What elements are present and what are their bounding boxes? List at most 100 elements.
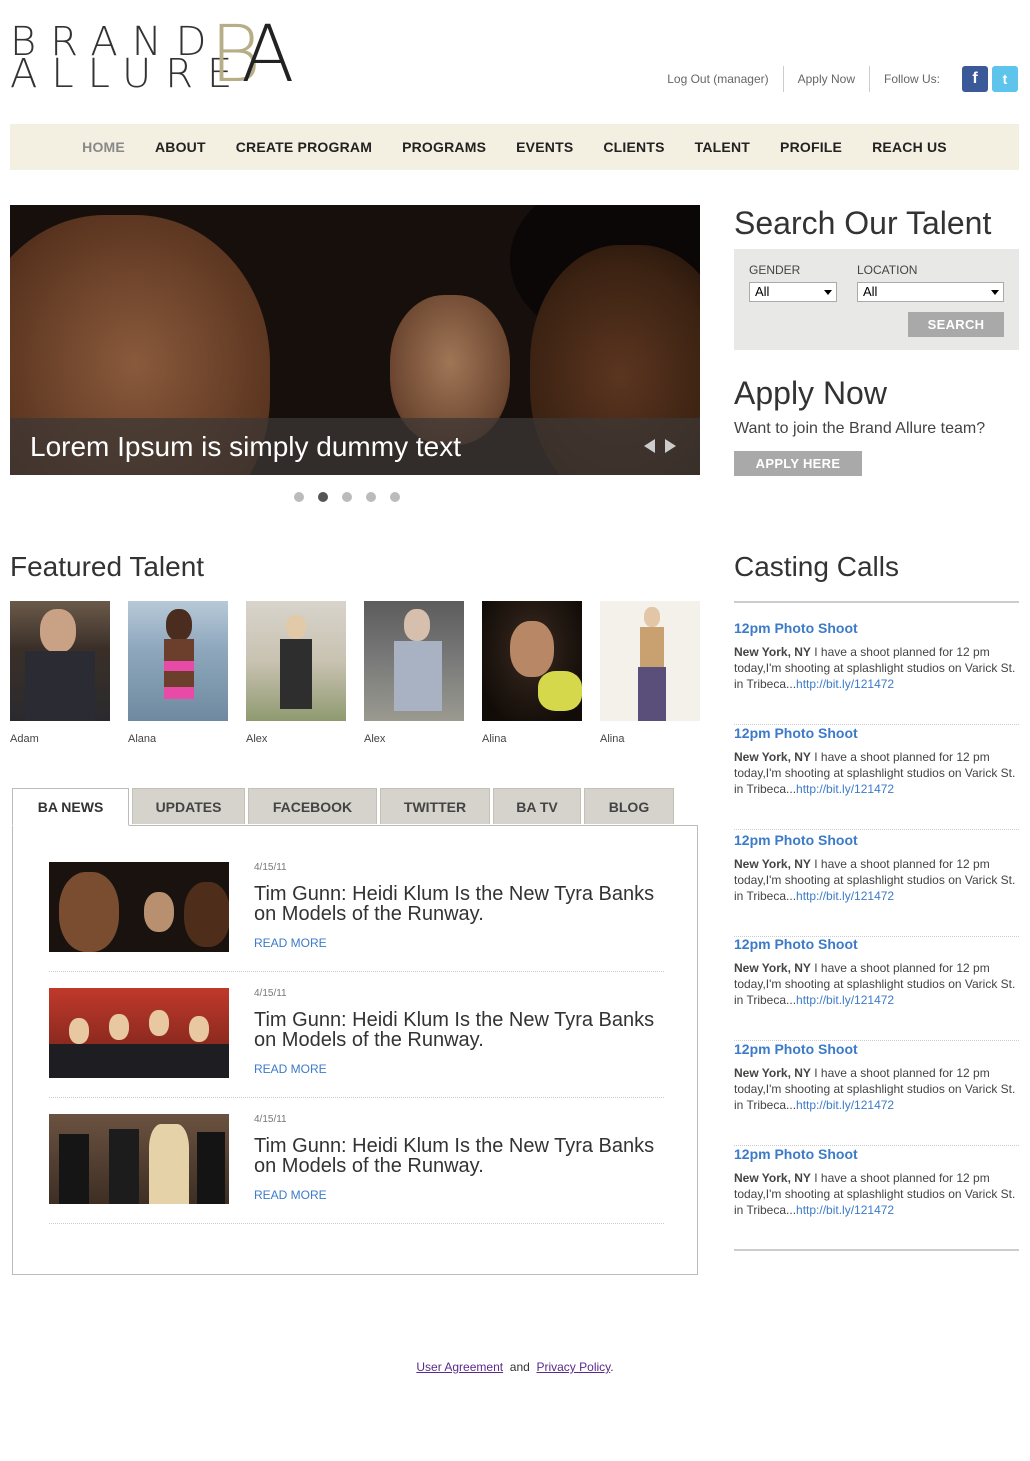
nav-reach-us[interactable]: REACH US xyxy=(857,139,962,155)
casting-title[interactable]: 12pm Photo Shoot xyxy=(734,725,858,741)
casting-location: New York, NY xyxy=(734,645,811,659)
news-thumbnail[interactable] xyxy=(49,862,229,952)
talent-photo[interactable] xyxy=(246,601,346,721)
slider-dots xyxy=(294,492,400,502)
nav-events[interactable]: EVENTS xyxy=(501,139,588,155)
nav-home[interactable]: HOME xyxy=(67,139,140,155)
news-thumbnail[interactable] xyxy=(49,988,229,1078)
talent-card[interactable]: Alina xyxy=(600,601,700,745)
casting-location: New York, NY xyxy=(734,750,811,764)
casting-title[interactable]: 12pm Photo Shoot xyxy=(734,1041,858,1057)
casting-location: New York, NY xyxy=(734,961,811,975)
talent-search-form: GENDER All LOCATION All SEARCH xyxy=(734,249,1019,350)
nav-clients[interactable]: CLIENTS xyxy=(588,139,679,155)
casting-url[interactable]: http://bit.ly/121472 xyxy=(796,889,894,903)
footer-and: and xyxy=(509,1360,530,1374)
casting-url[interactable]: http://bit.ly/121472 xyxy=(796,1098,894,1112)
search-button[interactable]: SEARCH xyxy=(908,312,1004,337)
casting-item: 12pm Photo Shoot New York, NY I have a s… xyxy=(734,1146,1019,1251)
brand-logo[interactable]: BRAND ALLURE BA xyxy=(10,16,300,94)
talent-name[interactable]: Adam xyxy=(10,733,110,745)
talent-photo[interactable] xyxy=(482,601,582,721)
facebook-icon[interactable]: f xyxy=(962,66,988,92)
talent-photo[interactable] xyxy=(364,601,464,721)
nav-talent[interactable]: TALENT xyxy=(680,139,765,155)
casting-url[interactable]: http://bit.ly/121472 xyxy=(796,1203,894,1217)
casting-title[interactable]: 12pm Photo Shoot xyxy=(734,1146,858,1162)
casting-url[interactable]: http://bit.ly/121472 xyxy=(796,993,894,1007)
nav-profile[interactable]: PROFILE xyxy=(765,139,857,155)
casting-body: New York, NY I have a shoot planned for … xyxy=(734,1170,1019,1218)
casting-title[interactable]: 12pm Photo Shoot xyxy=(734,936,858,952)
nav-programs[interactable]: PROGRAMS xyxy=(387,139,501,155)
talent-card[interactable]: Alex xyxy=(246,601,346,745)
read-more-link[interactable]: READ MORE xyxy=(254,1062,327,1076)
nav-create-program[interactable]: CREATE PROGRAM xyxy=(221,139,387,155)
prev-arrow-icon[interactable] xyxy=(644,439,655,453)
talent-name[interactable]: Alex xyxy=(246,733,346,745)
casting-item: 12pm Photo Shoot New York, NY I have a s… xyxy=(734,725,1019,830)
casting-title[interactable]: 12pm Photo Shoot xyxy=(734,620,858,636)
talent-photo[interactable] xyxy=(128,601,228,721)
apply-now-link[interactable]: Apply Now xyxy=(784,66,870,92)
slider-dot[interactable] xyxy=(342,492,352,502)
nav-about[interactable]: ABOUT xyxy=(140,139,221,155)
gender-select[interactable]: All xyxy=(749,282,837,302)
news-headline[interactable]: Tim Gunn: Heidi Klum Is the New Tyra Ban… xyxy=(254,884,664,924)
news-date: 4/15/11 xyxy=(254,1114,287,1125)
talent-card[interactable]: Alana xyxy=(128,601,228,745)
tab-facebook[interactable]: FACEBOOK xyxy=(248,788,377,824)
talent-card[interactable]: Adam xyxy=(10,601,110,745)
location-select[interactable]: All xyxy=(857,282,1004,302)
casting-title[interactable]: 12pm Photo Shoot xyxy=(734,832,858,848)
casting-location: New York, NY xyxy=(734,857,811,871)
talent-name[interactable]: Alina xyxy=(482,733,582,745)
footer-dot: . xyxy=(610,1360,614,1374)
tab-ba-news[interactable]: BA NEWS xyxy=(12,788,129,826)
casting-location: New York, NY xyxy=(734,1066,811,1080)
talent-card[interactable]: Alina xyxy=(482,601,582,745)
privacy-policy-link[interactable]: Privacy Policy xyxy=(536,1360,610,1374)
talent-photo[interactable] xyxy=(10,601,110,721)
tab-updates[interactable]: UPDATES xyxy=(132,788,245,824)
talent-card[interactable]: Alex xyxy=(364,601,464,745)
casting-item: 12pm Photo Shoot New York, NY I have a s… xyxy=(734,832,1019,937)
talent-photo[interactable] xyxy=(600,601,700,721)
casting-calls-title: Casting Calls xyxy=(734,551,899,582)
casting-url[interactable]: http://bit.ly/121472 xyxy=(796,782,894,796)
read-more-link[interactable]: READ MORE xyxy=(254,936,327,950)
casting-body: New York, NY I have a shoot planned for … xyxy=(734,749,1019,797)
tab-ba-tv[interactable]: BA TV xyxy=(493,788,581,824)
news-headline[interactable]: Tim Gunn: Heidi Klum Is the New Tyra Ban… xyxy=(254,1010,664,1050)
read-more-link[interactable]: READ MORE xyxy=(254,1188,327,1202)
news-thumbnail[interactable] xyxy=(49,1114,229,1204)
user-agreement-link[interactable]: User Agreement xyxy=(416,1360,503,1374)
tab-blog[interactable]: BLOG xyxy=(584,788,674,824)
top-links: Log Out (manager) Apply Now Follow Us: f… xyxy=(653,66,1018,92)
tab-twitter[interactable]: TWITTER xyxy=(380,788,490,824)
casting-item: 12pm Photo Shoot New York, NY I have a s… xyxy=(734,620,1019,725)
news-headline[interactable]: Tim Gunn: Heidi Klum Is the New Tyra Ban… xyxy=(254,1136,664,1176)
casting-url[interactable]: http://bit.ly/121472 xyxy=(796,677,894,691)
slider-dot-active[interactable] xyxy=(318,492,328,502)
slider-dot[interactable] xyxy=(390,492,400,502)
location-label: LOCATION xyxy=(857,263,918,277)
casting-body: New York, NY I have a shoot planned for … xyxy=(734,1065,1019,1113)
hero-slider[interactable]: Lorem Ipsum is simply dummy text xyxy=(10,205,700,475)
slide-caption: Lorem Ipsum is simply dummy text xyxy=(30,431,461,462)
logout-link[interactable]: Log Out (manager) xyxy=(653,66,784,92)
apply-here-button[interactable]: APPLY HERE xyxy=(734,451,862,476)
talent-name[interactable]: Alina xyxy=(600,733,700,745)
slide-caption-bar: Lorem Ipsum is simply dummy text xyxy=(10,418,700,475)
slider-dot[interactable] xyxy=(294,492,304,502)
slider-dot[interactable] xyxy=(366,492,376,502)
brand-monogram: BA xyxy=(210,10,295,100)
talent-name[interactable]: Alana xyxy=(128,733,228,745)
talent-name[interactable]: Alex xyxy=(364,733,464,745)
twitter-icon[interactable]: t xyxy=(992,66,1018,92)
next-arrow-icon[interactable] xyxy=(665,439,676,453)
footer: User Agreement and Privacy Policy. xyxy=(0,1360,1030,1374)
slide-arrows xyxy=(644,439,676,453)
apply-subtitle: Want to join the Brand Allure team? xyxy=(734,420,986,437)
location-select-value: All xyxy=(863,284,878,299)
